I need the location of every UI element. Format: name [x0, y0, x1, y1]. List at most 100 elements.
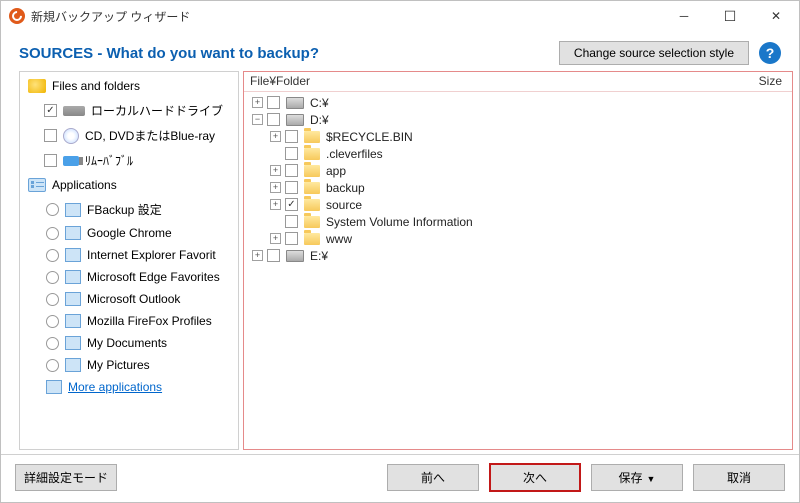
- tree-node-label: source: [326, 198, 362, 212]
- sidebar-more-apps[interactable]: More applications: [20, 376, 238, 398]
- help-icon[interactable]: ?: [759, 42, 781, 64]
- radio-icon[interactable]: [46, 203, 59, 216]
- radio-icon[interactable]: [46, 249, 59, 262]
- tree-row[interactable]: + backup: [244, 179, 792, 196]
- col-size: Size: [759, 74, 782, 88]
- sidebar-app-edge[interactable]: Microsoft Edge Favorites: [20, 266, 238, 288]
- sidebar-item-label: FBackup 設定: [87, 201, 230, 218]
- change-source-style-button[interactable]: Change source selection style: [559, 41, 749, 65]
- expander-icon[interactable]: +: [270, 131, 281, 142]
- tree-node-label: C:¥: [310, 96, 329, 110]
- titlebar: 新規バックアップ ウィザード ─ ☐ ✕: [1, 1, 799, 31]
- sidebar-item-label: ローカルハードドライブ: [91, 102, 230, 119]
- save-button[interactable]: 保存▼: [591, 464, 683, 491]
- applications-icon: [28, 178, 46, 192]
- tree-node-label: D:¥: [310, 113, 329, 127]
- radio-icon[interactable]: [46, 359, 59, 372]
- expander-icon: [270, 148, 281, 159]
- expander-icon[interactable]: +: [252, 250, 263, 261]
- advanced-mode-button[interactable]: 詳細設定モード: [15, 464, 117, 491]
- tree-row[interactable]: .cleverfiles: [244, 145, 792, 162]
- tree-row[interactable]: + source: [244, 196, 792, 213]
- checkbox-icon[interactable]: [285, 130, 298, 143]
- tree-node-label: backup: [326, 181, 365, 195]
- tree-row[interactable]: + C:¥: [244, 94, 792, 111]
- chevron-down-icon: ▼: [647, 474, 656, 484]
- expander-icon[interactable]: +: [252, 97, 263, 108]
- folder-icon: [304, 216, 320, 228]
- folder-icon: [304, 165, 320, 177]
- file-tree-panel: File¥Folder Size +C:¥−D:¥+$RECYCLE.BIN.c…: [243, 71, 793, 450]
- tree-row[interactable]: + E:¥: [244, 247, 792, 264]
- folder-icon: [304, 199, 320, 211]
- checkbox-icon[interactable]: [285, 232, 298, 245]
- checkbox-icon[interactable]: [285, 198, 298, 211]
- sidebar-item-removable[interactable]: ﾘﾑｰﾊﾞﾌﾞﾙ: [20, 148, 238, 173]
- tree-row[interactable]: System Volume Information: [244, 213, 792, 230]
- sidebar: Files and folders ローカルハードドライブ CD, DVDまたは…: [19, 71, 239, 450]
- more-applications-link[interactable]: More applications: [68, 380, 230, 394]
- app-item-icon: [65, 336, 81, 350]
- sidebar-app-fbackup[interactable]: FBackup 設定: [20, 197, 238, 222]
- sidebar-app-firefox[interactable]: Mozilla FireFox Profiles: [20, 310, 238, 332]
- sidebar-item-label: Microsoft Outlook: [87, 292, 230, 306]
- tree-node-label: System Volume Information: [326, 215, 473, 229]
- checkbox-icon[interactable]: [267, 96, 280, 109]
- app-item-icon: [65, 314, 81, 328]
- tree-row[interactable]: − D:¥: [244, 111, 792, 128]
- radio-icon[interactable]: [46, 293, 59, 306]
- radio-icon[interactable]: [46, 337, 59, 350]
- disc-icon: [63, 128, 79, 144]
- checkbox-icon[interactable]: [44, 154, 57, 167]
- sidebar-item-label: Mozilla FireFox Profiles: [87, 314, 230, 328]
- radio-icon[interactable]: [46, 227, 59, 240]
- sidebar-app-mydocs[interactable]: My Documents: [20, 332, 238, 354]
- maximize-button[interactable]: ☐: [707, 1, 753, 31]
- window-title: 新規バックアップ ウィザード: [31, 8, 661, 25]
- harddrive-icon: [63, 106, 85, 116]
- folder-icon: [304, 233, 320, 245]
- cancel-button[interactable]: 取消: [693, 464, 785, 491]
- app-icon: [9, 8, 25, 24]
- usb-icon: [63, 156, 79, 166]
- header: SOURCES - What do you want to backup? Ch…: [1, 31, 799, 71]
- tree-node-label: E:¥: [310, 249, 328, 263]
- minimize-button[interactable]: ─: [661, 1, 707, 31]
- sidebar-item-cd-dvd[interactable]: CD, DVDまたはBlue-ray: [20, 123, 238, 148]
- checkbox-icon[interactable]: [285, 164, 298, 177]
- drive-icon: [286, 114, 304, 126]
- radio-icon[interactable]: [46, 315, 59, 328]
- prev-button[interactable]: 前へ: [387, 464, 479, 491]
- checkbox-icon[interactable]: [44, 104, 57, 117]
- expander-icon[interactable]: −: [252, 114, 263, 125]
- sidebar-app-outlook[interactable]: Microsoft Outlook: [20, 288, 238, 310]
- sidebar-item-label: CD, DVDまたはBlue-ray: [85, 127, 230, 144]
- radio-icon[interactable]: [46, 271, 59, 284]
- checkbox-icon[interactable]: [285, 215, 298, 228]
- checkbox-icon[interactable]: [267, 113, 280, 126]
- app-item-icon: [65, 203, 81, 217]
- next-button[interactable]: 次へ: [489, 463, 581, 492]
- category-label: Files and folders: [52, 79, 140, 93]
- expander-icon[interactable]: +: [270, 182, 281, 193]
- checkbox-icon[interactable]: [285, 147, 298, 160]
- tree-body[interactable]: +C:¥−D:¥+$RECYCLE.BIN.cleverfiles+app+ba…: [244, 92, 792, 449]
- sidebar-app-ie[interactable]: Internet Explorer Favorit: [20, 244, 238, 266]
- tree-row[interactable]: +$RECYCLE.BIN: [244, 128, 792, 145]
- expander-icon[interactable]: +: [270, 165, 281, 176]
- checkbox-icon[interactable]: [44, 129, 57, 142]
- sidebar-item-label: ﾘﾑｰﾊﾞﾌﾞﾙ: [85, 152, 230, 169]
- checkbox-icon[interactable]: [285, 181, 298, 194]
- app-item-icon: [65, 270, 81, 284]
- tree-row[interactable]: + www: [244, 230, 792, 247]
- app-item-icon: [65, 226, 81, 240]
- expander-icon[interactable]: +: [270, 199, 281, 210]
- sidebar-app-chrome[interactable]: Google Chrome: [20, 222, 238, 244]
- tree-row[interactable]: +app: [244, 162, 792, 179]
- expander-icon[interactable]: +: [270, 233, 281, 244]
- checkbox-icon[interactable]: [267, 249, 280, 262]
- sidebar-app-mypics[interactable]: My Pictures: [20, 354, 238, 376]
- tree-node-label: www: [326, 232, 352, 246]
- sidebar-item-local-hd[interactable]: ローカルハードドライブ: [20, 98, 238, 123]
- close-button[interactable]: ✕: [753, 1, 799, 31]
